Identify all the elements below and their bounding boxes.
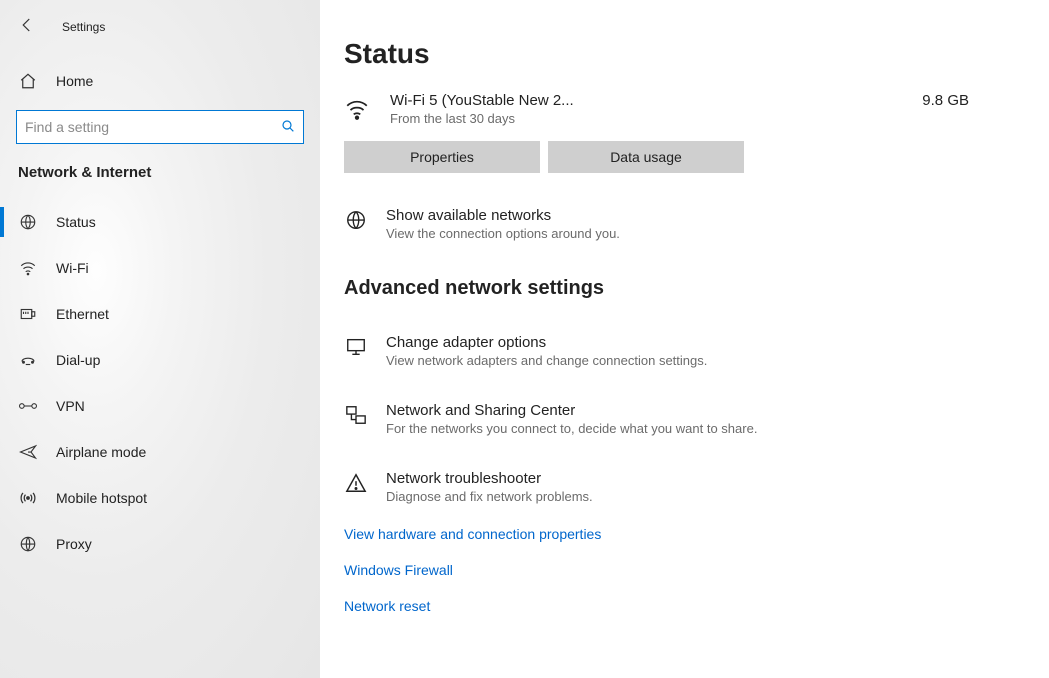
sidebar-item-proxy[interactable]: Proxy [0, 521, 320, 567]
section-heading: Network & Internet [18, 164, 320, 181]
connection-summary: Wi-Fi 5 (YouStable New 2... From the las… [344, 92, 1009, 127]
nav-label: Airplane mode [56, 444, 146, 460]
link-hardware-properties[interactable]: View hardware and connection properties [344, 526, 1009, 542]
connection-subtitle: From the last 30 days [390, 111, 904, 126]
sharing-center-row[interactable]: Network and Sharing Center For the netwo… [344, 402, 1009, 436]
sidebar-home[interactable]: Home [0, 60, 320, 102]
adapter-icon [344, 334, 368, 358]
show-networks-row[interactable]: Show available networks View the connect… [344, 207, 1009, 241]
home-icon [18, 72, 38, 90]
search-container [16, 110, 304, 144]
button-row: Properties Data usage [344, 141, 1009, 173]
sidebar: Settings Home Network & Internet Status … [0, 0, 320, 678]
option-title: Show available networks [386, 207, 620, 224]
option-title: Change adapter options [386, 334, 707, 351]
option-title: Network troubleshooter [386, 470, 593, 487]
nav-label: Dial-up [56, 352, 100, 368]
nav-label: Mobile hotspot [56, 490, 147, 506]
globe-icon [344, 207, 368, 231]
search-input[interactable] [16, 110, 304, 144]
globe-icon [18, 213, 38, 231]
back-icon[interactable] [18, 16, 36, 39]
hotspot-icon [18, 489, 38, 507]
option-subtitle: For the networks you connect to, decide … [386, 421, 757, 436]
nav-label: Status [56, 214, 96, 230]
sidebar-item-status[interactable]: Status [0, 199, 320, 245]
advanced-heading: Advanced network settings [344, 277, 1009, 300]
ethernet-icon [18, 305, 38, 323]
title-bar: Settings [0, 10, 320, 44]
option-title: Network and Sharing Center [386, 402, 757, 419]
data-usage-button[interactable]: Data usage [548, 141, 744, 173]
properties-button[interactable]: Properties [344, 141, 540, 173]
sidebar-item-hotspot[interactable]: Mobile hotspot [0, 475, 320, 521]
sidebar-item-ethernet[interactable]: Ethernet [0, 291, 320, 337]
sidebar-item-wifi[interactable]: Wi-Fi [0, 245, 320, 291]
sidebar-item-airplane[interactable]: Airplane mode [0, 429, 320, 475]
nav-label: Ethernet [56, 306, 109, 322]
nav-label: Wi-Fi [56, 260, 89, 276]
option-subtitle: View network adapters and change connect… [386, 353, 707, 368]
link-network-reset[interactable]: Network reset [344, 598, 1009, 614]
connection-name: Wi-Fi 5 (YouStable New 2... [390, 92, 904, 109]
wifi-icon [18, 259, 38, 277]
airplane-icon [18, 443, 38, 461]
dialup-icon [18, 351, 38, 369]
sharing-icon [344, 402, 368, 426]
option-subtitle: View the connection options around you. [386, 226, 620, 241]
page-title: Status [344, 38, 1009, 70]
option-subtitle: Diagnose and fix network problems. [386, 489, 593, 504]
main-content: Status Wi-Fi 5 (YouStable New 2... From … [320, 0, 1049, 678]
change-adapter-row[interactable]: Change adapter options View network adap… [344, 334, 1009, 368]
link-windows-firewall[interactable]: Windows Firewall [344, 562, 1009, 578]
app-title: Settings [62, 20, 105, 34]
proxy-icon [18, 535, 38, 553]
wifi-signal-icon [344, 92, 372, 127]
data-usage-value: 9.8 GB [922, 92, 969, 109]
warning-icon [344, 470, 368, 494]
sidebar-item-vpn[interactable]: VPN [0, 383, 320, 429]
home-label: Home [56, 73, 93, 89]
nav-label: VPN [56, 398, 85, 414]
troubleshooter-row[interactable]: Network troubleshooter Diagnose and fix … [344, 470, 1009, 504]
nav-label: Proxy [56, 536, 92, 552]
sidebar-item-dialup[interactable]: Dial-up [0, 337, 320, 383]
vpn-icon [18, 397, 38, 415]
